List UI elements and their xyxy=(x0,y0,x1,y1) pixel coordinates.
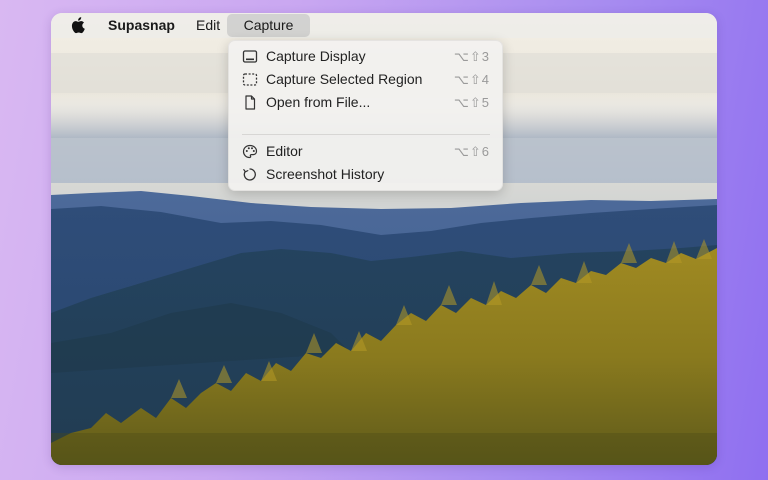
app-menu[interactable]: Supasnap xyxy=(108,13,175,38)
menu-separator xyxy=(242,134,490,135)
menu-item-capture-selected-region[interactable]: Capture Selected Region ⌥⇧4 xyxy=(229,68,502,91)
app-window: Supasnap Edit Capture Capture Display ⌥⇧… xyxy=(51,13,717,465)
menu-item-label: Capture Display xyxy=(266,48,366,64)
capture-dropdown-menu: Capture Display ⌥⇧3 Capture Selected Reg… xyxy=(228,40,503,191)
menu-item-label: Capture Selected Region xyxy=(266,71,423,87)
menu-capture[interactable]: Capture xyxy=(227,14,310,37)
display-icon xyxy=(242,50,258,63)
menu-item-label: Open from File... xyxy=(266,94,371,110)
keyboard-shortcut: ⌥⇧6 xyxy=(453,144,490,159)
menu-item-open-from-file[interactable]: Open from File... ⌥⇧5 xyxy=(229,91,502,114)
menu-edit[interactable]: Edit xyxy=(196,13,220,38)
keyboard-shortcut: ⌥⇧5 xyxy=(453,95,490,110)
menu-item-capture-display[interactable]: Capture Display ⌥⇧3 xyxy=(229,45,502,68)
apple-logo-icon[interactable] xyxy=(71,16,87,34)
page-background: Supasnap Edit Capture Capture Display ⌥⇧… xyxy=(0,0,768,480)
menu-item-editor[interactable]: Editor ⌥⇧6 xyxy=(229,140,502,163)
menu-item-label: Editor xyxy=(266,143,303,159)
dashed-rectangle-icon xyxy=(242,73,258,86)
menu-bar: Supasnap Edit Capture xyxy=(51,13,717,38)
keyboard-shortcut: ⌥⇧3 xyxy=(453,49,490,64)
document-icon xyxy=(245,95,256,110)
keyboard-shortcut: ⌥⇧4 xyxy=(453,72,490,87)
menu-item-screenshot-history[interactable]: Screenshot History xyxy=(229,163,502,186)
palette-icon xyxy=(242,144,258,159)
menu-item-label: Screenshot History xyxy=(266,166,385,182)
history-icon xyxy=(243,168,256,181)
